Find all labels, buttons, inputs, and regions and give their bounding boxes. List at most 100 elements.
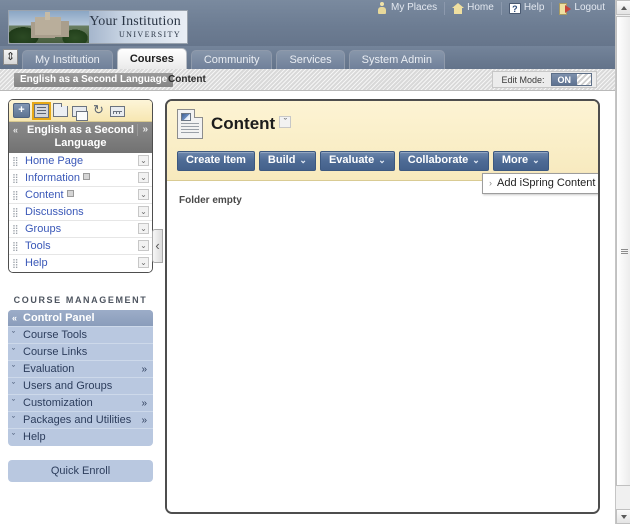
chevron-down-icon[interactable]: ⌄	[138, 257, 149, 268]
add-menu-item-button[interactable]: +	[13, 103, 30, 118]
institution-name-line1: Your Institution	[89, 14, 181, 29]
course-menu-item-content[interactable]: ⣿ Content ⌄	[9, 187, 152, 204]
content-page-icon	[177, 109, 203, 139]
build-button[interactable]: Build ⌄	[258, 151, 316, 171]
drag-handle-icon[interactable]: ⣿	[12, 156, 19, 167]
sidebar-collapse-handle[interactable]	[152, 229, 163, 263]
institution-logo[interactable]: Your Institution UNIVERSITY	[8, 10, 188, 44]
global-link-logout[interactable]: Logout	[552, 2, 607, 15]
menu-item-add-ispring-content[interactable]: › Add iSpring Content	[483, 174, 598, 193]
keyboard-accessible-icon[interactable]	[110, 106, 125, 117]
course-menu-link[interactable]: Home Page	[25, 155, 83, 167]
chevron-down-icon[interactable]: ⌄	[138, 223, 149, 234]
course-menu-item-groups[interactable]: ⣿ Groups ⌄	[9, 221, 152, 238]
control-panel-item-customization[interactable]: ˇ Customization »	[8, 395, 153, 412]
chevron-down-icon[interactable]: ⌄	[138, 172, 149, 183]
submenu-arrow-icon[interactable]: »	[141, 412, 147, 429]
evaluate-button[interactable]: Evaluate ⌄	[319, 151, 395, 171]
global-nav-links: My Places Home Help Logout	[369, 1, 607, 15]
quick-enroll-button[interactable]: Quick Enroll	[8, 460, 153, 482]
chevron-down-icon[interactable]: ⌄	[138, 206, 149, 217]
chevron-down-icon[interactable]: ⌄	[138, 189, 149, 200]
scroll-up-icon[interactable]	[616, 0, 630, 15]
course-menu-toolbar: +	[9, 100, 152, 122]
drag-handle-icon[interactable]: ⣿	[12, 241, 19, 252]
left-column: + « English as a Second Language » ⣿ Hom…	[8, 99, 153, 482]
collapse-caret-icon[interactable]: «	[13, 124, 18, 137]
breadcrumb-course[interactable]: English as a Second Language	[14, 73, 174, 87]
more-button[interactable]: More ⌄	[492, 151, 549, 171]
edit-mode-toggle[interactable]: ON	[550, 73, 592, 86]
course-menu-item-tools[interactable]: ⣿ Tools ⌄	[9, 238, 152, 255]
drag-handle-icon[interactable]: ⣿	[12, 224, 19, 235]
tab-my-institution[interactable]: My Institution	[22, 50, 113, 69]
tab-services[interactable]: Services	[276, 50, 345, 69]
submenu-arrow-icon[interactable]: »	[141, 395, 147, 412]
control-panel-item-label: Packages and Utilities	[23, 414, 132, 426]
expand-caret-icon[interactable]: »	[137, 124, 148, 136]
vertical-scrollbar[interactable]	[615, 0, 630, 524]
button-label: Evaluate	[328, 154, 375, 166]
control-panel-item-help[interactable]: ˇ Help	[8, 429, 153, 446]
control-panel-item-evaluation[interactable]: ˇ Evaluation »	[8, 361, 153, 378]
help-icon	[508, 2, 521, 15]
house-icon	[452, 2, 465, 14]
person-icon	[376, 2, 388, 14]
control-panel-item-course-links[interactable]: ˇ Course Links	[8, 344, 153, 361]
course-menu-title-text: English as a Second Language	[27, 124, 134, 149]
global-link-label: Help	[523, 2, 545, 13]
breadcrumb-current: Content	[168, 74, 206, 85]
chevron-down-icon: ⌄	[299, 155, 307, 165]
course-menu-link[interactable]: Content	[25, 189, 64, 201]
refresh-icon[interactable]	[91, 102, 106, 118]
control-panel-item-control-panel[interactable]: « Control Panel	[8, 310, 153, 327]
availability-marker-icon	[66, 190, 74, 197]
drag-handle-icon[interactable]: ⣿	[12, 190, 19, 201]
course-menu-link[interactable]: Discussions	[25, 206, 84, 218]
course-menu-item-help[interactable]: ⣿ Help ⌄	[9, 255, 152, 272]
scrollbar-thumb[interactable]	[616, 16, 630, 486]
content-title-row: Content ˇ	[177, 109, 588, 139]
folder-view-icon[interactable]	[53, 103, 68, 117]
chevron-down-icon[interactable]: ⌄	[138, 155, 149, 166]
scroll-down-icon[interactable]	[616, 509, 630, 524]
institution-name-line2: UNIVERSITY	[119, 30, 181, 39]
edit-mode-control: Edit Mode: ON	[492, 71, 597, 88]
control-panel-item-packages-and-utilities[interactable]: ˇ Packages and Utilities »	[8, 412, 153, 429]
control-panel-item-course-tools[interactable]: ˇ Course Tools	[8, 327, 153, 344]
control-panel-item-label: Control Panel	[23, 312, 95, 324]
course-menu-item-home-page[interactable]: ⣿ Home Page ⌄	[9, 153, 152, 170]
course-menu-link[interactable]: Groups	[25, 223, 61, 235]
collaborate-button[interactable]: Collaborate ⌄	[398, 151, 489, 171]
course-menu-link[interactable]: Tools	[25, 240, 51, 252]
course-menu-link[interactable]: Information	[25, 172, 80, 184]
global-link-my-places[interactable]: My Places	[369, 1, 446, 15]
course-menu-link[interactable]: Help	[25, 257, 48, 269]
display-view-icon[interactable]	[72, 106, 88, 121]
text-resize-icon[interactable]	[3, 48, 18, 66]
tab-community[interactable]: Community	[190, 50, 273, 69]
chevron-down-icon[interactable]: ˇ	[279, 116, 292, 128]
chevron-down-icon: ⌄	[378, 155, 386, 165]
tab-courses[interactable]: Courses	[116, 48, 187, 69]
course-menu-title: « English as a Second Language »	[9, 122, 152, 153]
chevron-down-icon[interactable]: ⌄	[138, 240, 149, 251]
control-panel-item-label: Course Tools	[23, 329, 87, 341]
drag-handle-icon[interactable]: ⣿	[12, 207, 19, 218]
course-menu-item-information[interactable]: ⣿ Information ⌄	[9, 170, 152, 187]
drag-handle-icon[interactable]: ⣿	[12, 173, 19, 184]
global-link-home[interactable]: Home	[445, 1, 502, 15]
control-panel-item-users-and-groups[interactable]: ˇ Users and Groups	[8, 378, 153, 395]
control-panel-item-label: Help	[23, 431, 46, 443]
edit-mode-label: Edit Mode:	[501, 74, 545, 85]
global-link-help[interactable]: Help	[502, 1, 553, 15]
submenu-arrow-icon[interactable]: »	[141, 361, 147, 378]
list-view-icon[interactable]	[32, 101, 51, 120]
caret-down-icon: ˇ	[12, 398, 15, 408]
menu-item-label: Add iSpring Content	[497, 177, 596, 189]
course-menu-item-discussions[interactable]: ⣿ Discussions ⌄	[9, 204, 152, 221]
browser-viewport: My Places Home Help Logout Your Institut…	[0, 0, 630, 524]
drag-handle-icon[interactable]: ⣿	[12, 258, 19, 269]
tab-system-admin[interactable]: System Admin	[348, 50, 445, 69]
create-item-button[interactable]: Create Item	[177, 151, 255, 171]
